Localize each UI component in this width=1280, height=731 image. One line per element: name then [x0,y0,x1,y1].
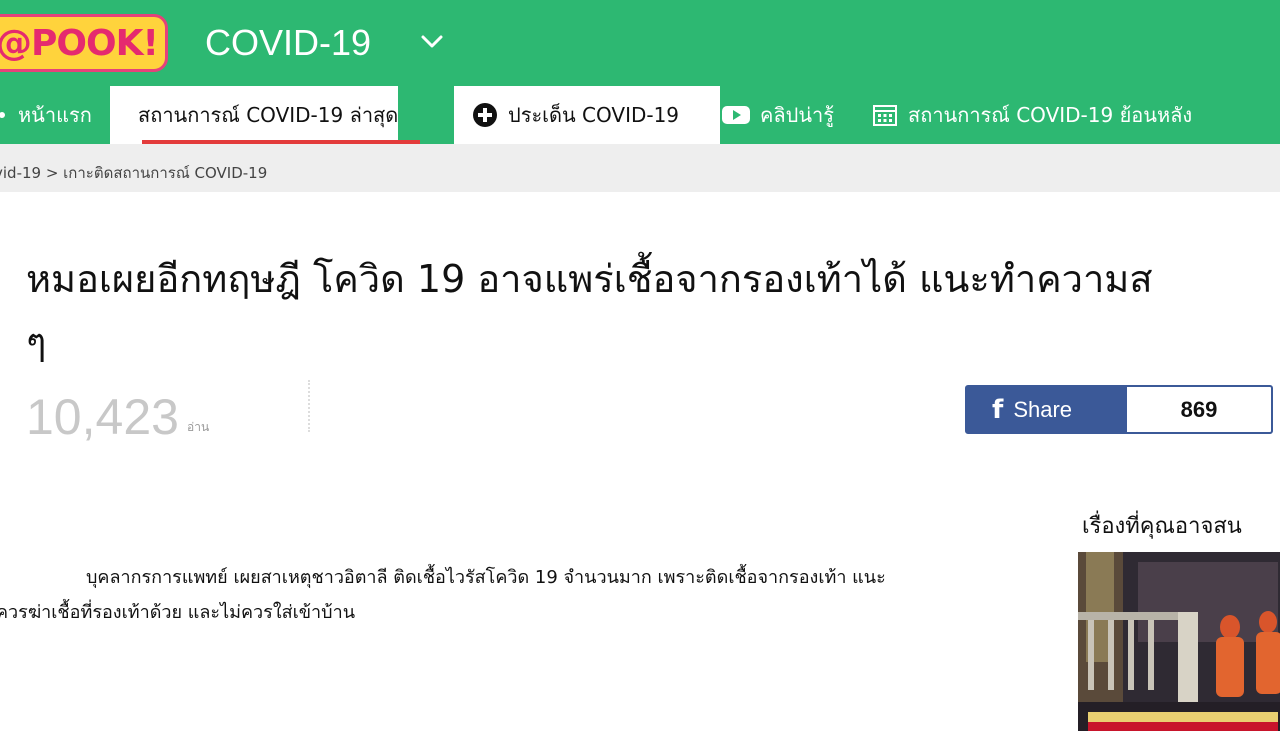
youtube-icon [722,106,750,124]
article-body: บุคลากรการแพทย์ เผยสาเหตุชาวอิตาลี ติดเช… [0,560,1036,630]
thumbnail-image [1078,552,1280,731]
main-nav: หน้าแรก สถานการณ์ COVID-19 ล่าสุด ประเด็… [0,86,1280,144]
nav-item-label: หน้าแรก [18,103,92,127]
nav-item-label: ประเด็น COVID-19 [508,103,680,127]
breadcrumb[interactable]: vid-19 > เกาะติดสถานการณ์ COVID-19 [0,161,267,185]
chevron-down-icon[interactable] [420,32,444,52]
home-icon [0,112,5,118]
nav-item-covid-history[interactable]: สถานการณ์ COVID-19 ย้อนหลัง [872,86,1192,144]
top-bar: @POOK! COVID-19 [0,0,1280,86]
related-article-thumbnail[interactable] [1078,552,1280,731]
nav-item-label: คลิปน่ารู้ [760,103,834,127]
article-body-line: บุคลากรการแพทย์ เผยสาเหตุชาวอิตาลี ติดเช… [86,567,886,588]
article-title: หมอเผยอีกทฤษฎี โควิด 19 อาจแพร่เชื้อจากร… [26,257,1153,301]
nav-item-clips[interactable]: คลิปน่ารู้ [722,86,834,144]
nav-item-covid-latest[interactable]: สถานการณ์ COVID-19 ล่าสุด [110,86,398,144]
nav-item-home[interactable]: หน้าแรก [0,86,106,144]
calendar-icon [873,105,897,126]
facebook-share-widget: f Share 869 [965,385,1273,434]
logo-text: @POOK! [0,22,159,64]
view-count: 10,423 [26,389,179,445]
view-count-unit: อ่าน [187,420,210,434]
related-heading: เรื่องที่คุณอาจสน [1082,514,1242,539]
site-logo[interactable]: @POOK! [0,14,168,72]
article-title-continued: ๆ [26,320,47,364]
share-label: Share [1013,396,1073,422]
share-count: 869 [1180,396,1218,422]
nav-item-label: สถานการณ์ COVID-19 ย้อนหลัง [908,103,1193,127]
article-body-line: ควรฆ่าเชื้อที่รองเท้าด้วย และไม่ควรใส่เข… [0,602,355,623]
plus-circle-icon [473,103,497,127]
facebook-share-button[interactable]: f Share [967,387,1127,432]
section-title[interactable]: COVID-19 [205,22,371,64]
divider [308,380,310,432]
nav-item-covid-issues[interactable]: ประเด็น COVID-19 [454,86,720,144]
nav-item-label: สถานการณ์ COVID-19 ล่าสุด [138,103,399,127]
facebook-icon: f [992,394,1004,425]
